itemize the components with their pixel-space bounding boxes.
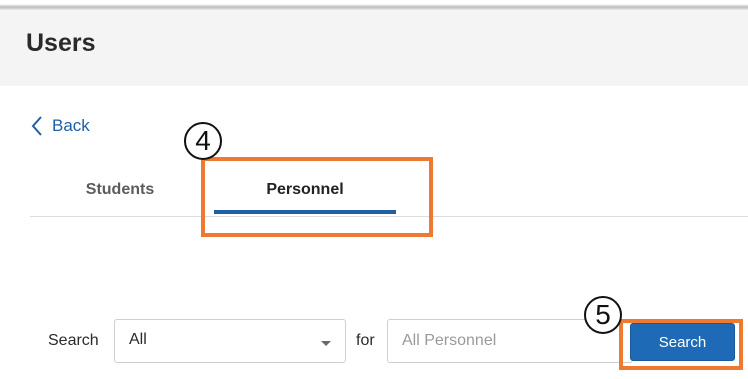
back-link[interactable]: Back [30, 113, 90, 139]
step-5-marker: 5 [584, 296, 622, 334]
callout-highlight-tabs [201, 157, 433, 237]
for-label: for [356, 332, 375, 349]
top-shadow [0, 0, 748, 10]
tab-students-label: Students [85, 181, 155, 198]
search-button[interactable]: Search [630, 323, 735, 361]
tab-students[interactable]: Students [68, 160, 172, 216]
back-label: Back [52, 116, 90, 135]
page-header: Users [0, 10, 748, 86]
search-filter-select[interactable]: All [114, 319, 346, 363]
step-4-marker: 4 [184, 122, 222, 160]
page-title: Users [26, 29, 96, 57]
search-label: Search [48, 332, 99, 349]
caret-down-icon [321, 341, 331, 346]
chevron-left-icon [30, 115, 44, 137]
search-filter-value: All [129, 331, 147, 348]
